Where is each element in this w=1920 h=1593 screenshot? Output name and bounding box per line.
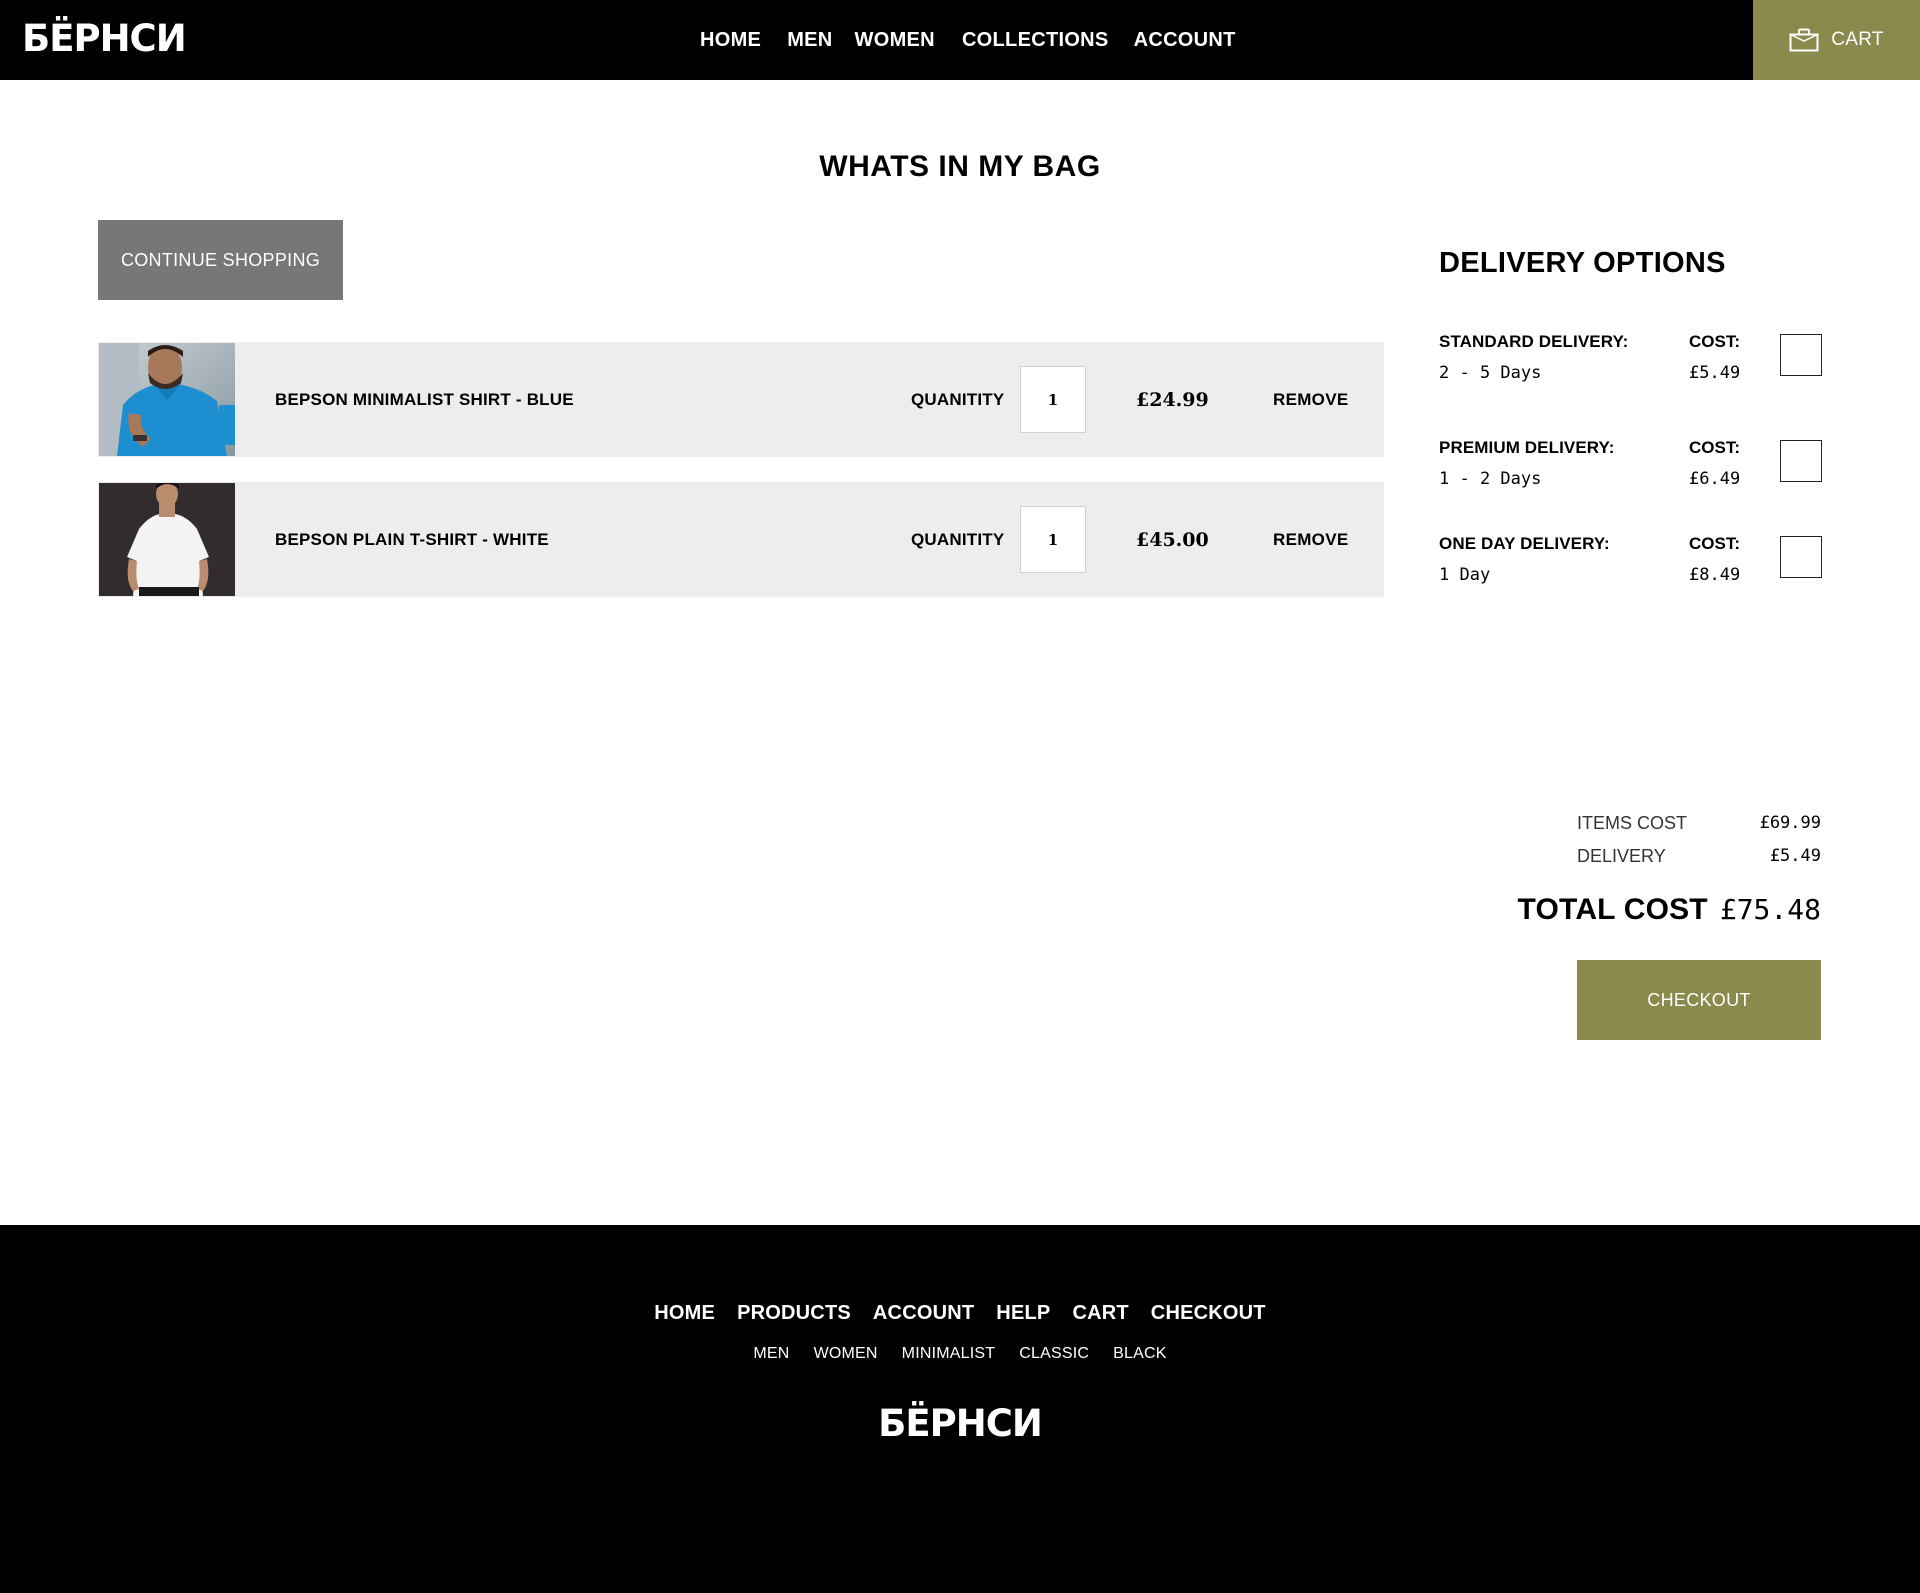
product-image[interactable] xyxy=(99,483,235,596)
items-cost-line: ITEMS COST £69.99 xyxy=(1577,813,1821,834)
delivery-option-name: STANDARD DELIVERY: xyxy=(1439,332,1629,351)
delivery-option-days: 2 - 5 Days xyxy=(1439,363,1542,383)
quantity-label: QUANITITY xyxy=(911,389,1005,409)
delivery-option-one-day: ONE DAY DELIVERY: 1 Day COST: £8.49 xyxy=(1439,534,1824,604)
delivery-options-title: DELIVERY OPTIONS xyxy=(1439,247,1726,279)
site-header: БЁРНСИ HOME MEN WOMEN COLLECTIONS ACCOUN… xyxy=(0,0,1920,80)
delivery-summary-label: DELIVERY xyxy=(1577,846,1666,866)
delivery-cost-label: COST: xyxy=(1689,438,1740,457)
footer-link-women[interactable]: WOMEN xyxy=(814,1345,878,1363)
delivery-checkbox-one-day[interactable] xyxy=(1780,536,1822,578)
delivery-option-days: 1 - 2 Days xyxy=(1439,469,1542,489)
continue-shopping-button[interactable]: CONTINUE SHOPPING xyxy=(98,220,343,300)
footer-nav-home[interactable]: HOME xyxy=(654,1302,715,1325)
item-price: £45.00 xyxy=(1136,528,1209,551)
footer-nav: HOME PRODUCTS ACCOUNT HELP CART CHECKOUT xyxy=(0,1302,1920,1325)
nav-collections[interactable]: COLLECTIONS xyxy=(962,25,1109,55)
delivery-cost-label: COST: xyxy=(1689,332,1740,351)
cart-label: CART xyxy=(1831,29,1884,50)
total-cost-value: £75.48 xyxy=(1719,893,1821,926)
delivery-option-name: PREMIUM DELIVERY: xyxy=(1439,438,1615,457)
footer-sub-nav: MEN WOMEN MINIMALIST CLASSIC BLACK xyxy=(0,1345,1920,1363)
items-cost-value: £69.99 xyxy=(1759,813,1821,833)
footer-nav-account[interactable]: ACCOUNT xyxy=(873,1302,974,1325)
footer-nav-cart[interactable]: CART xyxy=(1072,1302,1128,1325)
item-name[interactable]: BEPSON MINIMALIST SHIRT - BLUE xyxy=(275,342,574,457)
footer-link-black[interactable]: BLACK xyxy=(1113,1345,1166,1363)
footer-link-minimalist[interactable]: MINIMALIST xyxy=(902,1345,996,1363)
bag-item: BEPSON PLAIN T-SHIRT - WHITE QUANITITY £… xyxy=(98,482,1384,597)
delivery-checkbox-standard[interactable] xyxy=(1780,334,1822,376)
brand-logo[interactable]: БЁРНСИ xyxy=(22,14,187,64)
shopping-bag-icon xyxy=(1789,28,1819,52)
product-image[interactable] xyxy=(99,343,235,456)
footer-link-men[interactable]: MEN xyxy=(753,1345,789,1363)
item-price: £24.99 xyxy=(1136,388,1209,411)
remove-button[interactable]: REMOVE xyxy=(1273,342,1348,457)
delivery-cost-line: DELIVERY £5.49 xyxy=(1577,846,1821,867)
footer-link-classic[interactable]: CLASSIC xyxy=(1019,1345,1089,1363)
delivery-cost: £6.49 xyxy=(1689,469,1741,489)
main-nav: HOME MEN WOMEN COLLECTIONS ACCOUNT xyxy=(690,25,1236,55)
footer-nav-products[interactable]: PRODUCTS xyxy=(737,1302,851,1325)
remove-button[interactable]: REMOVE xyxy=(1273,482,1348,597)
delivery-option-days: 1 Day xyxy=(1439,565,1491,585)
site-footer: HOME PRODUCTS ACCOUNT HELP CART CHECKOUT… xyxy=(0,1225,1920,1593)
nav-account[interactable]: ACCOUNT xyxy=(1134,25,1236,55)
quantity-label: QUANITITY xyxy=(911,529,1005,549)
delivery-cost: £8.49 xyxy=(1689,565,1741,585)
checkout-button[interactable]: CHECKOUT xyxy=(1577,960,1821,1040)
quantity-input[interactable] xyxy=(1020,366,1086,433)
page-title: WHATS IN MY BAG xyxy=(819,150,1101,183)
footer-nav-checkout[interactable]: CHECKOUT xyxy=(1151,1302,1266,1325)
nav-men[interactable]: MEN xyxy=(787,25,832,55)
total-cost-line: TOTAL COST £75.48 xyxy=(1518,893,1822,927)
quantity-input[interactable] xyxy=(1020,506,1086,573)
nav-home[interactable]: HOME xyxy=(700,25,761,55)
footer-nav-help[interactable]: HELP xyxy=(996,1302,1050,1325)
nav-women[interactable]: WOMEN xyxy=(855,25,935,55)
delivery-summary-value: £5.49 xyxy=(1769,846,1821,866)
item-name[interactable]: BEPSON PLAIN T-SHIRT - WHITE xyxy=(275,482,549,597)
delivery-option-premium: PREMIUM DELIVERY: 1 - 2 Days COST: £6.49 xyxy=(1439,438,1824,508)
delivery-checkbox-premium[interactable] xyxy=(1780,440,1822,482)
footer-logo[interactable]: БЁРНСИ xyxy=(0,1402,1920,1445)
total-cost-label: TOTAL COST xyxy=(1517,893,1708,926)
delivery-cost: £5.49 xyxy=(1689,363,1741,383)
delivery-cost-label: COST: xyxy=(1689,534,1740,553)
items-cost-label: ITEMS COST xyxy=(1577,813,1688,833)
cart-button[interactable]: CART xyxy=(1753,0,1920,80)
delivery-option-name: ONE DAY DELIVERY: xyxy=(1439,534,1610,553)
bag-item: BEPSON MINIMALIST SHIRT - BLUE QUANITITY… xyxy=(98,342,1384,457)
delivery-option-standard: STANDARD DELIVERY: 2 - 5 Days COST: £5.4… xyxy=(1439,332,1824,402)
